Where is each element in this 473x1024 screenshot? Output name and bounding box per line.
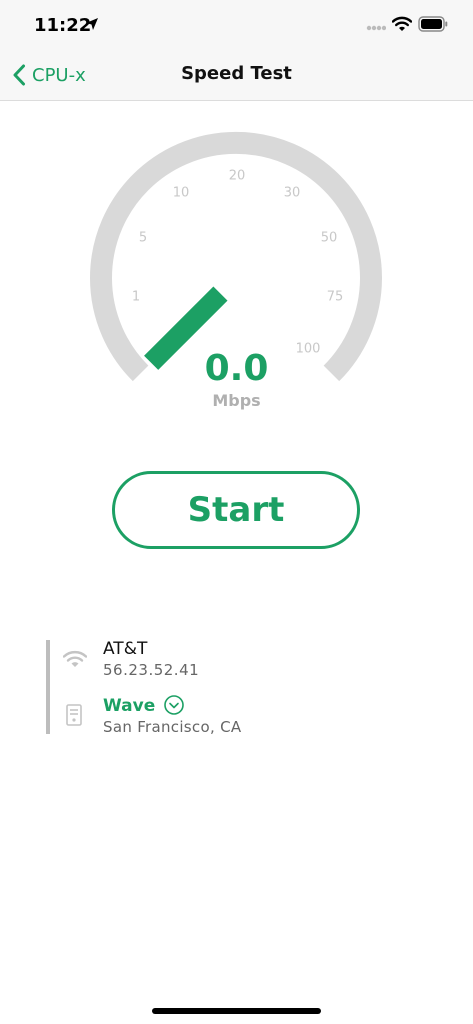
nav-bar: CPU-x Speed Test [0,50,473,101]
isp-ip-address: 56.23.52.41 [103,661,200,679]
speed-value: 0.0 [204,348,269,389]
gauge-tick-label: 20 [228,168,246,184]
gauge-tick-label: 10 [172,185,190,201]
server-name[interactable]: Wave [103,696,155,716]
wifi-icon [392,16,412,31]
start-button-label: Start [187,490,285,530]
battery-icon [418,16,448,32]
start-button[interactable]: Start [112,471,360,549]
gauge-tick-label: 75 [326,289,344,305]
signal-dots-icon [366,25,386,31]
speed-unit: Mbps [212,391,261,410]
isp-name: AT&T [103,639,148,659]
gauge-tick-label: 30 [283,185,301,201]
status-time: 11:22 [34,15,92,36]
info-divider [46,640,50,734]
server-location: San Francisco, CA [103,718,242,736]
gauge-tick-label: 50 [320,230,338,246]
speed-test-screen: 11:22 CPU-x Speed Test 0 1 5 10 20 30 50… [0,0,473,1024]
location-arrow-icon [86,18,98,30]
status-bar: 11:22 [0,0,473,50]
page-title: Speed Test [181,63,292,84]
wifi-icon [63,650,87,667]
server-icon [66,704,82,726]
chevron-down-circle-icon[interactable] [163,694,185,716]
home-indicator[interactable] [152,1008,321,1014]
gauge-tick-label: 5 [138,230,148,246]
gauge-tick-label: 1 [131,289,141,305]
